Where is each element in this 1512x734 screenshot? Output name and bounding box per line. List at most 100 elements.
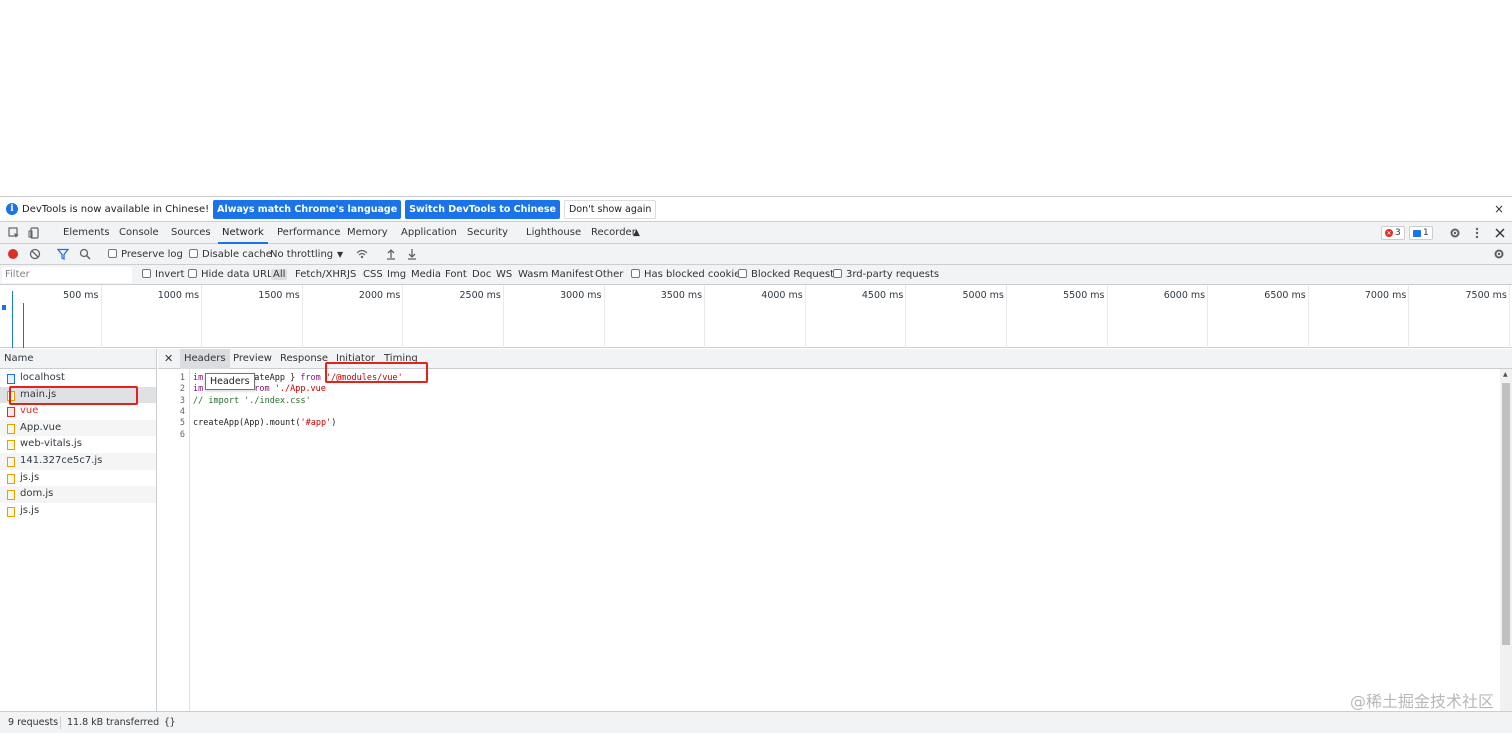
type-filter-img[interactable]: Img	[387, 265, 406, 285]
line-number: 1	[179, 373, 185, 383]
request-row[interactable]: 141.327ce5c7.js	[0, 453, 156, 470]
scrollbar-thumb[interactable]	[1502, 383, 1510, 645]
type-filter-manifest[interactable]: Manifest	[551, 265, 594, 285]
errors-badge[interactable]: ✕ 3	[1381, 226, 1405, 240]
checkbox-box	[188, 269, 197, 278]
search-icon[interactable]	[79, 248, 91, 260]
checkbox-box	[738, 269, 747, 278]
request-row[interactable]: vue	[0, 403, 156, 420]
detail-tab-preview[interactable]: Preview	[233, 349, 272, 369]
type-filter-css[interactable]: CSS	[363, 265, 383, 285]
messages-badge[interactable]: 1	[1409, 226, 1433, 240]
blocked-cookies-checkbox[interactable]: Has blocked cookies	[631, 265, 746, 285]
third-party-checkbox[interactable]: 3rd-party requests	[833, 265, 939, 285]
throttling-select[interactable]: No throttling	[270, 244, 333, 265]
close-icon[interactable]: ×	[1494, 202, 1504, 216]
timeline-tick-label: 2500 ms	[459, 290, 501, 301]
filter-input[interactable]: Filter	[2, 267, 132, 283]
close-detail-icon[interactable]: ✕	[164, 349, 173, 369]
hide-data-urls-checkbox[interactable]: Hide data URLs	[188, 265, 278, 285]
tab-application[interactable]: Application	[401, 222, 457, 244]
preserve-log-label: Preserve log	[121, 249, 183, 260]
request-row[interactable]: web-vitals.js	[0, 436, 156, 453]
dont-show-again-button[interactable]: Don't show again	[563, 199, 657, 219]
settings-gear-icon[interactable]	[1449, 227, 1461, 239]
type-filter-wasm[interactable]: Wasm	[518, 265, 548, 285]
tab-security[interactable]: Security	[467, 222, 508, 244]
network-conditions-icon[interactable]	[356, 248, 368, 260]
timeline-tick-label: 2000 ms	[358, 290, 401, 301]
device-toolbar-icon[interactable]	[28, 227, 40, 239]
load-event-marker	[23, 303, 24, 348]
detail-tab-response[interactable]: Response	[280, 349, 328, 369]
inspect-element-icon[interactable]	[8, 227, 20, 239]
dom-content-loaded-marker	[12, 291, 13, 348]
tab-sources[interactable]: Sources	[171, 222, 211, 244]
tab-performance[interactable]: Performance	[277, 222, 340, 244]
request-row[interactable]: js.js	[0, 470, 156, 487]
request-row[interactable]: localhost	[0, 370, 156, 387]
error-icon: ✕	[1385, 229, 1393, 237]
script-file-icon	[7, 473, 15, 484]
tab-lighthouse[interactable]: Lighthouse	[526, 222, 581, 244]
scroll-up-icon[interactable]: ▲	[1503, 371, 1508, 378]
type-filter-fetch-xhr[interactable]: Fetch/XHR	[295, 265, 347, 285]
timeline-gridline	[1508, 285, 1510, 348]
pretty-print-icon[interactable]: {}	[164, 712, 175, 734]
disable-cache-checkbox[interactable]: Disable cache	[189, 244, 272, 265]
request-row[interactable]: dom.js	[0, 486, 156, 503]
record-icon[interactable]	[7, 248, 19, 260]
timeline-tick-label: 4500 ms	[861, 290, 904, 301]
clear-icon[interactable]	[29, 248, 41, 260]
more-options-icon[interactable]	[1471, 227, 1483, 239]
type-filter-all[interactable]: All	[271, 269, 288, 280]
type-filter-js[interactable]: JS	[347, 265, 356, 285]
blocked-requests-checkbox[interactable]: Blocked Requests	[738, 265, 839, 285]
code-text: createApp(App).mount(	[193, 418, 301, 429]
timeline-gridline	[201, 285, 203, 348]
request-row[interactable]: js.js	[0, 503, 156, 520]
type-filter-media[interactable]: Media	[411, 265, 441, 285]
request-detail-panel: ✕ Headers Preview Response Initiator Tim…	[158, 349, 1512, 711]
line-number: 2	[179, 384, 185, 395]
timeline-gridline	[402, 285, 404, 348]
timeline-gridline	[1005, 285, 1007, 348]
request-bar	[2, 305, 6, 310]
request-name: 141.327ce5c7.js	[20, 455, 103, 466]
close-devtools-icon[interactable]	[1494, 227, 1506, 239]
invert-checkbox[interactable]: Invert	[142, 265, 184, 285]
export-har-icon[interactable]	[406, 248, 418, 260]
type-filter-ws[interactable]: WS	[496, 265, 512, 285]
tab-console[interactable]: Console	[119, 222, 159, 244]
highlight-main-js	[9, 386, 138, 405]
timeline-gridline	[603, 285, 605, 348]
type-filter-font[interactable]: Font	[445, 265, 467, 285]
type-filter-doc[interactable]: Doc	[472, 265, 491, 285]
detail-tab-headers[interactable]: Headers	[180, 349, 230, 369]
type-filter-other[interactable]: Other	[595, 265, 623, 285]
disable-cache-label: Disable cache	[202, 249, 272, 260]
code-text: ateApp }	[254, 373, 301, 383]
network-toolbar: Preserve log Disable cache No throttling…	[0, 244, 1512, 265]
tab-recorder[interactable]: Recorder	[591, 222, 636, 244]
vertical-scrollbar[interactable]: ▲	[1500, 369, 1512, 711]
timeline-tick-label: 1500 ms	[258, 290, 300, 301]
switch-language-button[interactable]: Switch DevTools to Chinese	[405, 199, 560, 219]
request-row[interactable]: App.vue	[0, 419, 156, 437]
import-har-icon[interactable]	[385, 248, 397, 260]
checkbox-box	[631, 269, 640, 278]
tab-elements[interactable]: Elements	[63, 222, 110, 244]
match-language-button[interactable]: Always match Chrome's language	[213, 199, 402, 219]
timeline-tick-label: 500 ms	[63, 290, 99, 301]
tab-memory[interactable]: Memory	[347, 222, 388, 244]
preserve-log-checkbox[interactable]: Preserve log	[108, 244, 183, 265]
third-party-label: 3rd-party requests	[846, 269, 940, 280]
timeline-tick-label: 6500 ms	[1264, 290, 1306, 301]
document-icon	[7, 374, 15, 384]
request-name: localhost	[20, 372, 65, 383]
timeline-overview[interactable]: 500 ms 1000 ms 1500 ms 2000 ms 2500 ms 3000 m…	[0, 285, 1512, 348]
tab-network[interactable]: Network	[218, 222, 268, 244]
filter-icon[interactable]	[57, 248, 69, 260]
name-column-header[interactable]: Name	[0, 349, 156, 369]
network-settings-gear-icon[interactable]	[1493, 248, 1505, 260]
